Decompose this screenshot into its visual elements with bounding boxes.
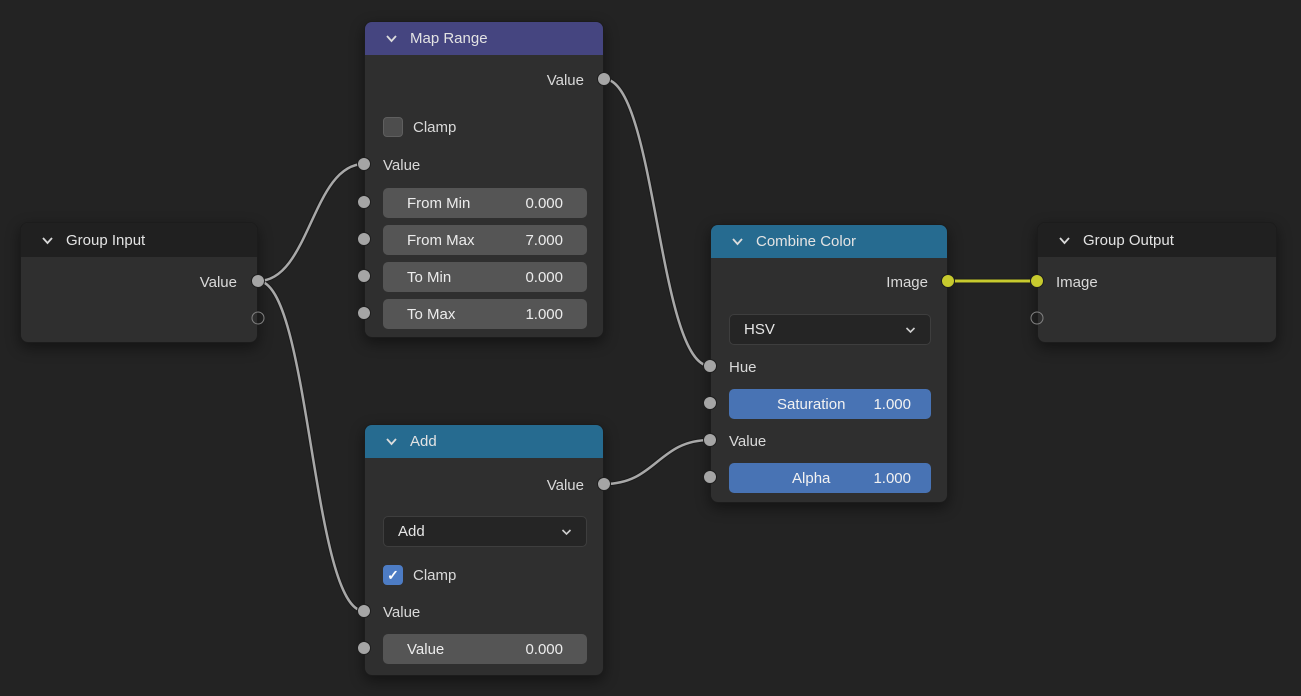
node-title: Group Output: [1083, 232, 1174, 249]
field-label: To Max: [407, 306, 455, 323]
input-label-value: Value: [383, 604, 420, 621]
socket-map-range-value-out[interactable]: [597, 72, 611, 86]
collapse-chevron-icon[interactable]: [731, 237, 744, 246]
input-label-value: Value: [729, 433, 766, 450]
output-label-value: Value: [547, 72, 584, 89]
dropdown-value: Add: [398, 523, 425, 540]
node-header-group-output[interactable]: Group Output: [1038, 223, 1276, 257]
slider-label: Saturation: [749, 396, 873, 413]
collapse-chevron-icon[interactable]: [41, 236, 54, 245]
to-max-field[interactable]: To Max 1.000: [383, 299, 587, 329]
field-value: 0.000: [525, 269, 563, 286]
node-title: Combine Color: [756, 233, 856, 250]
socket-add-value-out[interactable]: [597, 477, 611, 491]
collapse-chevron-icon[interactable]: [385, 34, 398, 43]
socket-combine-color-value-in[interactable]: [703, 433, 717, 447]
socket-combine-color-hue-in[interactable]: [703, 359, 717, 373]
socket-map-range-to-max-in[interactable]: [357, 306, 371, 320]
clamp-checkbox[interactable]: [383, 117, 403, 137]
socket-map-range-to-min-in[interactable]: [357, 269, 371, 283]
node-editor-canvas[interactable]: Group Input Value Map Range Value Clamp …: [0, 0, 1301, 696]
socket-combine-color-image-out[interactable]: [941, 274, 955, 288]
clamp-label: Clamp: [413, 567, 456, 584]
field-label: From Min: [407, 195, 470, 212]
socket-map-range-value-in[interactable]: [357, 157, 371, 171]
link-maprange-hue: [604, 79, 710, 366]
socket-add-value-in[interactable]: [357, 604, 371, 618]
node-header-combine-color[interactable]: Combine Color: [711, 225, 947, 258]
link-groupinput-maprange: [258, 164, 364, 281]
socket-map-range-from-max-in[interactable]: [357, 232, 371, 246]
slider-value: 1.000: [873, 396, 911, 413]
field-label: From Max: [407, 232, 475, 249]
collapse-chevron-icon[interactable]: [385, 437, 398, 446]
slider-label: Alpha: [749, 470, 873, 487]
socket-combine-color-alpha-in[interactable]: [703, 470, 717, 484]
alpha-slider[interactable]: Alpha 1.000: [729, 463, 931, 493]
chevron-down-icon: [905, 326, 916, 334]
node-title: Add: [410, 433, 437, 450]
socket-add-value2-in[interactable]: [357, 641, 371, 655]
node-header-group-input[interactable]: Group Input: [21, 223, 257, 257]
input-label-image: Image: [1056, 274, 1098, 291]
link-groupinput-add: [258, 281, 364, 611]
value-field[interactable]: Value 0.000: [383, 634, 587, 664]
from-max-field[interactable]: From Max 7.000: [383, 225, 587, 255]
color-mode-dropdown[interactable]: HSV: [729, 314, 931, 345]
node-header-add[interactable]: Add: [365, 425, 603, 458]
clamp-label: Clamp: [413, 119, 456, 136]
dropdown-value: HSV: [744, 321, 775, 338]
socket-map-range-from-min-in[interactable]: [357, 195, 371, 209]
socket-group-input-value-out[interactable]: [251, 274, 265, 288]
node-map-range[interactable]: Map Range Value Clamp Value From Min 0.0…: [364, 21, 604, 338]
link-add-value: [604, 440, 710, 484]
socket-group-input-virtual[interactable]: [252, 312, 265, 325]
to-min-field[interactable]: To Min 0.000: [383, 262, 587, 292]
node-group-output[interactable]: Group Output Image: [1037, 222, 1277, 343]
field-value: 7.000: [525, 232, 563, 249]
field-value: 0.000: [525, 195, 563, 212]
output-label-image: Image: [886, 274, 928, 291]
field-value: 1.000: [525, 306, 563, 323]
node-combine-color[interactable]: Combine Color Image HSV Hue Saturation 1…: [710, 224, 948, 503]
clamp-checkbox[interactable]: ✓: [383, 565, 403, 585]
operation-dropdown[interactable]: Add: [383, 516, 587, 547]
output-label-value: Value: [200, 274, 237, 291]
field-value: 0.000: [525, 641, 563, 658]
output-label-value: Value: [547, 477, 584, 494]
socket-group-output-virtual[interactable]: [1031, 312, 1044, 325]
chevron-down-icon: [561, 528, 572, 536]
node-header-map-range[interactable]: Map Range: [365, 22, 603, 55]
node-add[interactable]: Add Value Add ✓ Clamp Value Value 0.000: [364, 424, 604, 676]
from-min-field[interactable]: From Min 0.000: [383, 188, 587, 218]
node-title: Group Input: [66, 232, 145, 249]
socket-group-output-image-in[interactable]: [1030, 274, 1044, 288]
field-label: Value: [407, 641, 444, 658]
slider-value: 1.000: [873, 470, 911, 487]
node-group-input[interactable]: Group Input Value: [20, 222, 258, 343]
input-label-value: Value: [383, 157, 420, 174]
saturation-slider[interactable]: Saturation 1.000: [729, 389, 931, 419]
socket-combine-color-saturation-in[interactable]: [703, 396, 717, 410]
node-title: Map Range: [410, 30, 488, 47]
field-label: To Min: [407, 269, 451, 286]
input-label-hue: Hue: [729, 359, 757, 376]
node-links: [0, 0, 1301, 696]
collapse-chevron-icon[interactable]: [1058, 236, 1071, 245]
